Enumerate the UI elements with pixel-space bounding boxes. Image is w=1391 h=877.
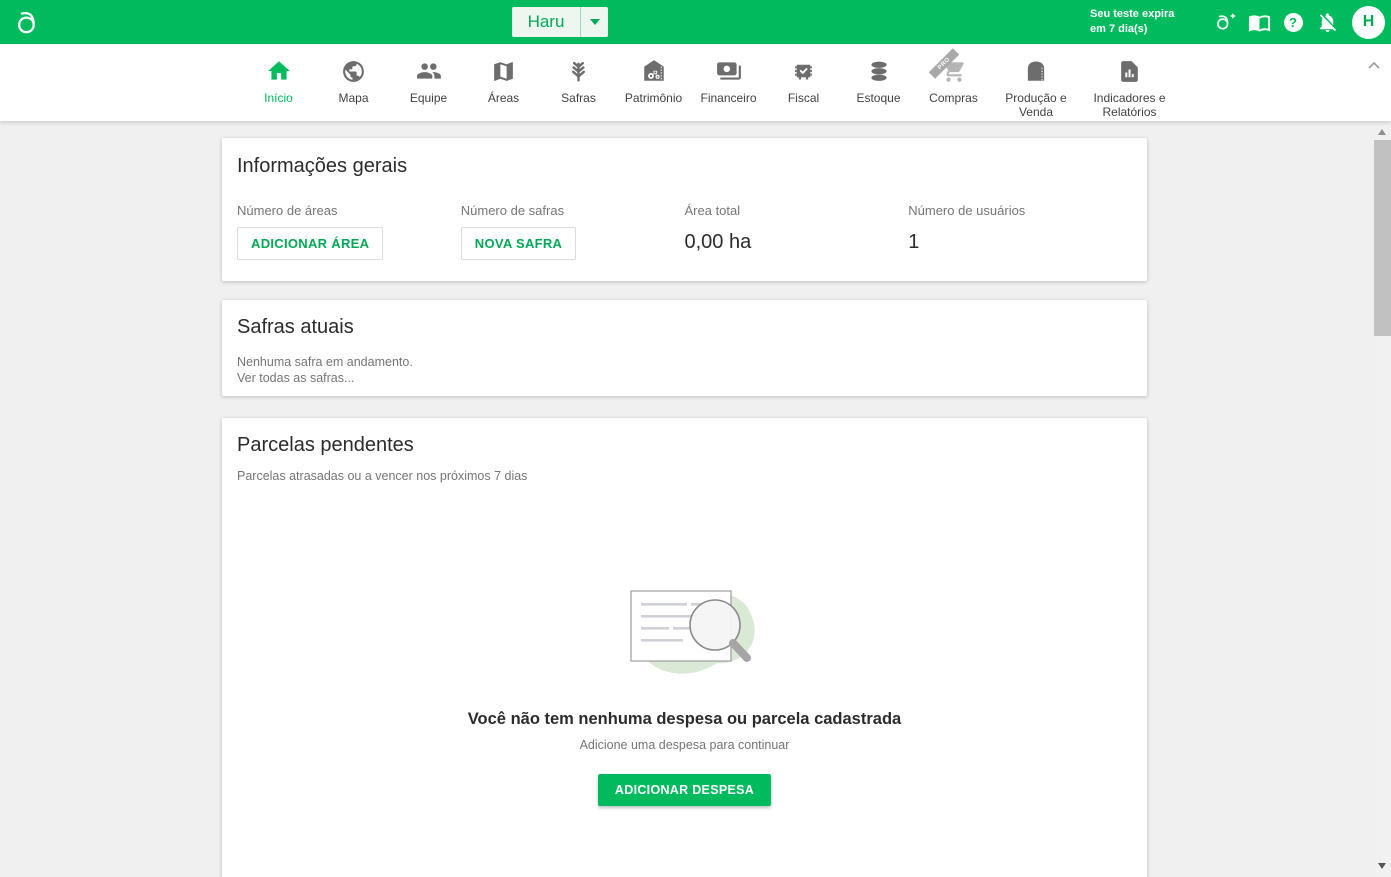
safras-label: Número de safras [461, 203, 685, 218]
main-content: Informações gerais Número de áreas ADICI… [0, 121, 1391, 877]
areas-label: Número de áreas [237, 203, 461, 218]
empty-state-subtitle: Adicione uma despesa para continuar [237, 738, 1132, 752]
topbar: Haru Seu teste expira em 7 dia(s) ? H [0, 0, 1391, 44]
trial-expiry-text: Seu teste expira em 7 dia(s) [1090, 7, 1192, 38]
add-expense-button[interactable]: ADICIONAR DESPESA [598, 774, 771, 806]
map-icon [491, 57, 516, 84]
empty-state: Você não tem nenhuma despesa ou parcela … [237, 581, 1132, 806]
home-icon [266, 57, 292, 84]
scroll-up-arrow-icon[interactable] [1378, 129, 1386, 135]
pending-installments-subtitle: Parcelas atrasadas ou a vencer nos próxi… [237, 469, 1132, 483]
nav-item-safras[interactable]: Safras [541, 44, 616, 121]
silo-icon [1023, 57, 1049, 84]
current-seasons-title: Safras atuais [237, 316, 1132, 339]
users-label: Número de usuários [908, 203, 1132, 218]
farm-selector[interactable]: Haru [512, 7, 608, 37]
receipt-check-icon [791, 57, 816, 84]
general-info-title: Informações gerais [237, 155, 1132, 178]
chevron-up-icon[interactable] [1367, 57, 1381, 75]
notifications-off-icon[interactable] [1315, 10, 1339, 34]
document-magnifier-illustration [237, 581, 1132, 688]
users-column: Número de usuários 1 [908, 203, 1132, 260]
nav-item-inicio[interactable]: Início [241, 44, 316, 121]
chevron-down-icon[interactable] [581, 19, 608, 25]
safras-column: Número de safras NOVA SAFRA [461, 203, 685, 260]
new-safra-button[interactable]: NOVA SAFRA [461, 227, 577, 260]
no-season-message: Nenhuma safra em andamento. [237, 354, 1132, 370]
general-info-card: Informações gerais Número de áreas ADICI… [222, 138, 1147, 281]
nav-item-fiscal[interactable]: Fiscal [766, 44, 841, 121]
scroll-down-arrow-icon[interactable] [1378, 863, 1386, 869]
farm-name: Haru [512, 12, 580, 32]
scrollbar[interactable] [1374, 121, 1391, 877]
barn-tractor-icon [641, 57, 667, 84]
topbar-right: Seu teste expira em 7 dia(s) ? H [1090, 0, 1391, 44]
nav-item-compras[interactable]: PRO Compras [916, 44, 991, 121]
nav-item-equipe[interactable]: Equipe [391, 44, 466, 121]
total-area-column: Área total 0,00 ha [685, 203, 909, 260]
see-all-seasons-link[interactable]: Ver todas as safras... [237, 370, 1132, 386]
report-icon [1117, 57, 1142, 84]
aegro-plus-icon[interactable] [1213, 10, 1237, 34]
current-seasons-card: Safras atuais Nenhuma safra em andamento… [222, 300, 1147, 396]
wheat-icon [566, 57, 591, 84]
scrollbar-thumb[interactable] [1374, 140, 1391, 336]
book-icon[interactable] [1247, 10, 1271, 34]
nav-item-indicadores-e-relatorios[interactable]: Indicadores e Relatórios [1081, 44, 1178, 121]
nav-item-areas[interactable]: Áreas [466, 44, 541, 121]
cart-icon: PRO [941, 57, 967, 84]
pending-installments-title: Parcelas pendentes [237, 434, 1132, 457]
users-value: 1 [908, 231, 1132, 254]
nav-item-estoque[interactable]: Estoque [841, 44, 916, 121]
empty-state-title: Você não tem nenhuma despesa ou parcela … [237, 710, 1132, 729]
nav-item-mapa[interactable]: Mapa [316, 44, 391, 121]
money-icon [716, 57, 742, 84]
pending-installments-card: Parcelas pendentes Parcelas atrasadas ou… [222, 418, 1147, 877]
total-area-value: 0,00 ha [685, 231, 909, 254]
areas-column: Número de áreas ADICIONAR ÁREA [237, 203, 461, 260]
avatar[interactable]: H [1352, 6, 1385, 39]
stack-icon [866, 57, 892, 84]
total-area-label: Área total [685, 203, 909, 218]
help-icon[interactable]: ? [1281, 10, 1305, 34]
add-area-button[interactable]: ADICIONAR ÁREA [237, 227, 383, 260]
people-icon [416, 57, 442, 84]
globe-icon [341, 57, 366, 84]
aegro-logo-icon [13, 7, 41, 37]
main-navigation: Início Mapa Equipe Áreas Safras [0, 44, 1391, 121]
nav-item-financeiro[interactable]: Financeiro [691, 44, 766, 121]
nav-item-producao-e-venda[interactable]: Produção e Venda [991, 44, 1081, 121]
nav-item-patrimonio[interactable]: Patrimônio [616, 44, 691, 121]
